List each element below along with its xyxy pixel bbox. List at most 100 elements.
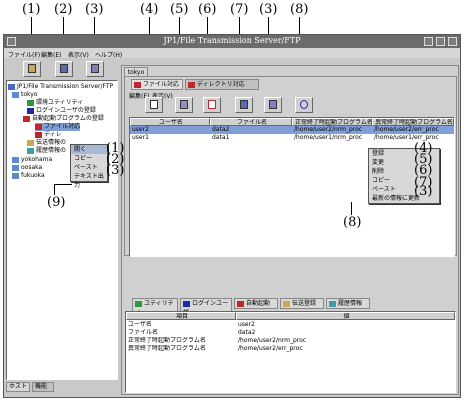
callout-9: (9) (47, 195, 66, 210)
host-tree-panel: JP1/File Transmission Server/FTP tokyo 環… (6, 80, 118, 380)
callout-4: (4) (140, 2, 159, 17)
auto-start-icon (23, 115, 30, 122)
detail-key: ファイル名 (128, 329, 159, 336)
cell-user: user1 (132, 134, 149, 141)
change-button[interactable] (175, 97, 193, 113)
tree-auto-start[interactable]: 自動起動プログラムの登録 (23, 115, 104, 123)
callout-3-ctx: (3) (106, 163, 125, 178)
col-header-user[interactable]: ユーザ名 (130, 118, 210, 126)
tab-transfer[interactable]: 伝送登録 (280, 298, 324, 309)
tree-env-utility[interactable]: 環境ユティリティ (27, 99, 83, 107)
callout-5: (5) (170, 2, 189, 17)
dir-map-icon (35, 131, 42, 138)
tab-dir-map[interactable]: ディレクトリ対応 (185, 79, 259, 90)
tree-host-tokyo[interactable]: tokyo (12, 91, 38, 99)
host-icon (12, 156, 19, 163)
file-map-icon (35, 123, 42, 130)
tree-transfer-reg[interactable]: 伝送情報の (27, 139, 66, 147)
tree-dir-map[interactable]: ディレ (35, 131, 62, 139)
tree-login-user[interactable]: ログインユーザの登録 (27, 107, 96, 115)
table-row[interactable]: user1 data1 /home/user1/nrm_proc /home/u… (130, 134, 454, 142)
menu-edit[interactable]: 編集(E) (41, 50, 61, 59)
ctx-text-out[interactable]: テキスト出力 (71, 172, 107, 189)
ftp-server-window: JP1/File Transmission Server/FTP ファイル(F)… (3, 34, 461, 398)
delete-button[interactable] (203, 97, 221, 113)
host-icon (12, 164, 19, 171)
tab-history[interactable]: 履歴情報 (326, 298, 370, 309)
minimize-icon[interactable] (424, 37, 433, 46)
new-document-icon (150, 100, 158, 109)
menu-help[interactable]: ヘルプ(H) (95, 50, 122, 59)
callout-2: (2) (54, 2, 73, 17)
menu-bar: ファイル(F) 編集(E) 表示(V) ヘルプ(H) (4, 48, 460, 59)
history-icon (329, 300, 336, 307)
ctx-paste[interactable]: ペースト (71, 163, 107, 172)
user-icon (183, 300, 190, 307)
callout-3b: (3) (259, 2, 278, 17)
copy-button[interactable] (235, 97, 253, 113)
col-header-normal-prog[interactable]: 正常終了時起動プログラム名 (292, 118, 372, 126)
tree-root[interactable]: JP1/File Transmission Server/FTP (8, 83, 113, 91)
leader-line (351, 202, 352, 215)
tree-history[interactable]: 履歴情報の (27, 147, 66, 155)
cell-file: data2 (212, 126, 230, 133)
copy-icon (240, 100, 248, 109)
cell-file: data1 (212, 134, 230, 141)
utility-icon (135, 300, 142, 307)
maximize-icon[interactable] (436, 37, 445, 46)
paste-icon (269, 100, 277, 109)
detail-value: data2 (238, 329, 256, 336)
host-button-1[interactable] (23, 61, 41, 77)
ctx-copy[interactable]: コピー (71, 154, 107, 163)
cell-user: user2 (132, 126, 149, 133)
tab-auto-start[interactable]: 自動起動 (234, 298, 278, 309)
close-icon[interactable] (448, 37, 457, 46)
col-header-file[interactable]: ファイル名 (210, 118, 292, 126)
host-icon (12, 172, 19, 179)
delete-icon (208, 100, 216, 109)
callout-3c-ctx: (3) (414, 184, 433, 199)
menu-view[interactable]: 表示(V) (68, 50, 89, 59)
utility-icon (27, 99, 34, 106)
tree-host-fukuoka[interactable]: fukuoka (12, 172, 45, 180)
tab-file-map[interactable]: ファイル対応 (131, 79, 183, 90)
refresh-icon (300, 100, 308, 109)
tab-function[interactable]: 機能 (32, 382, 54, 392)
ctx-open[interactable]: 開く (71, 145, 107, 154)
menu-file[interactable]: ファイル(F) (8, 50, 40, 59)
host-button-2[interactable] (55, 61, 73, 77)
register-button[interactable] (145, 97, 163, 113)
tree-host-yokohama[interactable]: yokohama (12, 156, 52, 164)
detail-value: user2 (238, 321, 255, 328)
callout-6: (6) (198, 2, 217, 17)
computer-icon (8, 83, 15, 90)
detail-key: ユーザ名 (128, 321, 152, 328)
transfer-icon (27, 139, 34, 146)
leader-line (54, 184, 55, 195)
detail-value: /home/user2/nrm_proc (238, 337, 307, 344)
right-pane: tokyo ファイル対応 ディレクトリ対応 編集(E) 表示(V) ユーザ名 フ… (121, 65, 459, 395)
file-map-icon (134, 81, 141, 88)
dir-map-icon (188, 81, 195, 88)
host-button-3[interactable] (86, 61, 104, 77)
transfer-icon (283, 300, 290, 307)
cell-normal-prog: /home/user2/nrm_proc (294, 126, 363, 133)
paste-button[interactable] (264, 97, 282, 113)
table-row-selected[interactable]: user2 data2 /home/user2/nrm_proc /home/u… (130, 126, 454, 134)
callout-7: (7) (230, 2, 249, 17)
refresh-button[interactable] (295, 97, 313, 113)
col-header-error-prog[interactable]: 異常終了時起動プログラム名 (372, 118, 454, 126)
paste-icon (91, 64, 99, 73)
detail-header-value[interactable]: 値 (236, 312, 455, 320)
user-icon (27, 107, 34, 114)
detail-header-item[interactable]: 項目 (126, 312, 236, 320)
tab-host[interactable]: ホスト (6, 382, 30, 392)
edit-icon (180, 100, 188, 109)
auto-start-icon (237, 300, 244, 307)
callout-8-ctx: (8) (343, 215, 362, 230)
tree-file-map[interactable]: ファイル対応 (35, 123, 81, 131)
tree-host-oosaka[interactable]: oosaka (12, 164, 42, 172)
detail-table: 項目 値 ユーザ名 user2 ファイル名 data2 正常終了時起動プログラム… (125, 311, 456, 393)
history-icon (27, 147, 34, 154)
callout-3: (3) (85, 2, 104, 17)
